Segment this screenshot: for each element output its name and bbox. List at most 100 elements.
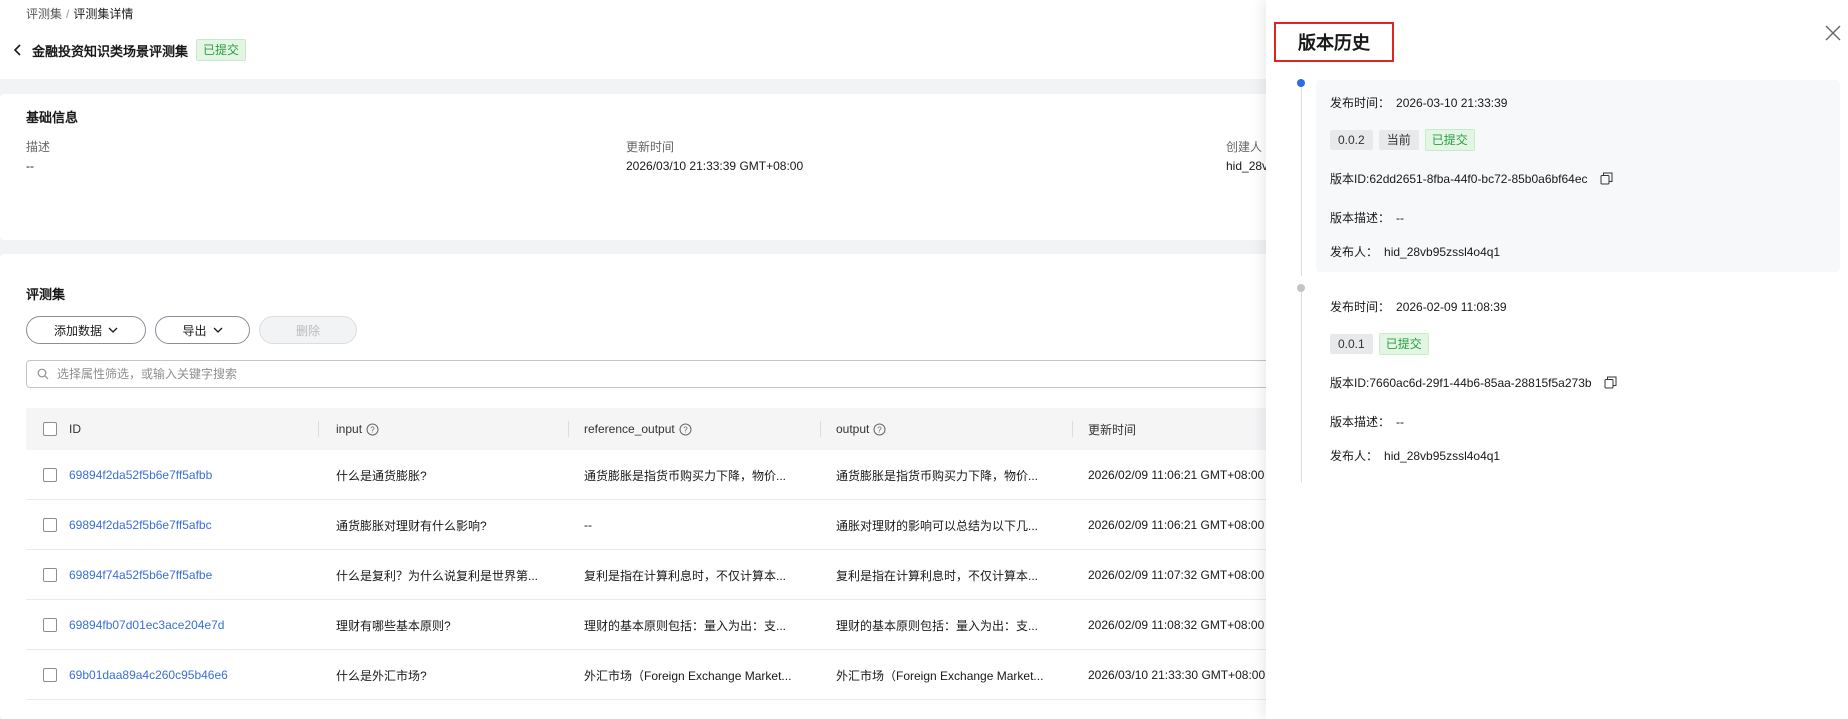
version-id: 版本ID: 62dd2651-8fba-44f0-bc72-85b0a6bf64… bbox=[1330, 170, 1613, 187]
version-id: 版本ID: 7660ac6d-29f1-44b6-85aa-28815f5a27… bbox=[1330, 374, 1617, 391]
drawer-title: 版本历史 bbox=[1298, 33, 1370, 53]
delete-button[interactable]: 删除 bbox=[259, 316, 357, 344]
column-divider bbox=[318, 421, 319, 437]
row-id-link[interactable]: 69894f2da52f5b6e7ff5afbc bbox=[69, 500, 212, 550]
version-tags: 0.0.1 已提交 bbox=[1330, 333, 1429, 355]
select-all-checkbox[interactable] bbox=[43, 422, 57, 436]
breadcrumb: 评测集 / 评测集详情 bbox=[26, 5, 133, 22]
publish-time-value: 2026-02-09 11:08:39 bbox=[1396, 299, 1507, 314]
table-header: ID input ? reference_output ? output ? 更… bbox=[26, 408, 1280, 450]
row-output: 理财的基本原则包括：量入为出：支... bbox=[836, 618, 1039, 633]
column-header-reference-output-label: reference_output bbox=[584, 422, 675, 436]
row-id-link[interactable]: 69894fb07d01ec3ace204e7d bbox=[69, 600, 224, 650]
column-header-output[interactable]: output ? bbox=[836, 408, 886, 450]
publisher-label: 发布人： bbox=[1330, 449, 1379, 463]
row-checkbox-cell bbox=[43, 550, 57, 600]
row-input: 什么是外汇市场? bbox=[336, 668, 427, 683]
breadcrumb-current: 评测集详情 bbox=[73, 7, 134, 21]
data-table: ID input ? reference_output ? output ? 更… bbox=[26, 408, 1280, 700]
row-output: 外汇市场（Foreign Exchange Market... bbox=[836, 668, 1044, 683]
svg-text:?: ? bbox=[878, 425, 883, 434]
column-header-reference-output[interactable]: reference_output ? bbox=[584, 408, 692, 450]
row-checkbox[interactable] bbox=[43, 468, 57, 482]
publisher-value: hid_28vb95zssl4o4q1 bbox=[1384, 244, 1501, 259]
row-id-link[interactable]: 69894f74a52f5b6e7ff5afbe bbox=[69, 550, 212, 600]
row-reference-output: 理财的基本原则包括：量入为出：支... bbox=[584, 618, 787, 633]
copy-icon[interactable] bbox=[1604, 376, 1617, 389]
row-input: 理财有哪些基本原则? bbox=[336, 618, 451, 633]
version-card: 发布时间： 2026-03-10 21:33:39 0.0.2 当前 已提交 版本… bbox=[1316, 80, 1840, 272]
version-number-tag: 0.0.1 bbox=[1330, 334, 1373, 354]
row-updated: 2026/02/09 11:07:32 GMT+08:00 bbox=[1088, 568, 1265, 582]
table-row: 69894f74a52f5b6e7ff5afbe 什么是复利？为什么说复利是世界… bbox=[26, 550, 1280, 600]
row-checkbox[interactable] bbox=[43, 568, 57, 582]
column-divider bbox=[820, 421, 821, 437]
publish-time-value: 2026-03-10 21:33:39 bbox=[1396, 95, 1508, 110]
breadcrumb-separator: / bbox=[66, 7, 70, 21]
copy-icon[interactable] bbox=[1600, 172, 1613, 185]
publisher-value: hid_28vb95zssl4o4q1 bbox=[1384, 448, 1501, 463]
row-updated: 2026/03/10 21:33:30 GMT+08:00 bbox=[1088, 668, 1266, 682]
page: 评测集 / 评测集详情 金融投资知识类场景评测集 已提交 基础信息 描述 -- 更新… bbox=[0, 0, 1848, 719]
description-label: 描述 bbox=[26, 140, 51, 154]
timeline-line bbox=[1301, 86, 1302, 276]
help-circle-icon[interactable]: ? bbox=[873, 423, 886, 436]
dataset-card: 评测集 添加数据 导出 删除 ID input bbox=[0, 254, 1280, 719]
row-checkbox-cell bbox=[43, 450, 57, 500]
row-reference-output: -- bbox=[584, 518, 592, 532]
publish-time-label: 发布时间： bbox=[1330, 300, 1391, 314]
row-reference-output: 复利是指在计算利息时，不仅计算本... bbox=[584, 568, 787, 583]
publisher: 发布人： hid_28vb95zssl4o4q1 bbox=[1330, 243, 1500, 260]
row-input: 什么是复利？为什么说复利是世界第... bbox=[336, 568, 539, 583]
row-checkbox-cell bbox=[43, 650, 57, 700]
title-row: 金融投资知识类场景评测集 已提交 bbox=[8, 38, 247, 62]
basic-info-card: 基础信息 描述 -- 更新时间 2026/03/10 21:33:39 GMT+… bbox=[0, 94, 1281, 240]
status-badge: 已提交 bbox=[196, 39, 247, 61]
publisher: 发布人： hid_28vb95zssl4o4q1 bbox=[1330, 447, 1500, 464]
search-input[interactable] bbox=[55, 366, 1235, 382]
version-number-tag: 0.0.2 bbox=[1330, 130, 1373, 150]
row-checkbox[interactable] bbox=[43, 618, 57, 632]
add-data-button[interactable]: 添加数据 bbox=[26, 316, 146, 344]
chevron-down-icon bbox=[108, 327, 118, 333]
row-id-link[interactable]: 69894f2da52f5b6e7ff5afbb bbox=[69, 450, 212, 500]
row-checkbox[interactable] bbox=[43, 518, 57, 532]
row-updated: 2026/02/09 11:06:21 GMT+08:00 bbox=[1088, 518, 1265, 532]
column-header-input[interactable]: input ? bbox=[336, 408, 379, 450]
creator-label: 创建人 bbox=[1226, 140, 1263, 154]
version-id-label: 版本ID: bbox=[1330, 172, 1370, 186]
svg-text:?: ? bbox=[683, 425, 688, 434]
row-reference-output: 外汇市场（Foreign Exchange Market... bbox=[584, 668, 792, 683]
export-button[interactable]: 导出 bbox=[155, 316, 250, 344]
column-header-input-label: input bbox=[336, 422, 363, 436]
row-reference-output: 通货膨胀是指货币购买力下降，物价... bbox=[584, 468, 787, 483]
chevron-left-icon[interactable] bbox=[8, 40, 28, 60]
column-header-updated[interactable]: 更新时间 bbox=[1088, 408, 1136, 450]
version-id-value: 62dd2651-8fba-44f0-bc72-85b0a6bf64ec bbox=[1369, 171, 1588, 186]
help-circle-icon[interactable]: ? bbox=[366, 423, 379, 436]
publish-time: 发布时间： 2026-02-09 11:08:39 bbox=[1330, 298, 1507, 315]
drawer-title-highlight: 版本历史 bbox=[1274, 22, 1394, 62]
version-desc-value: -- bbox=[1396, 210, 1405, 225]
row-output: 复利是指在计算利息时，不仅计算本... bbox=[836, 568, 1039, 583]
updated-label: 更新时间 bbox=[626, 140, 675, 154]
version-history-drawer: 版本历史 发布时间： 2026-03-10 21:33:39 0.0.2 当前 已… bbox=[1266, 0, 1848, 719]
publisher-label: 发布人： bbox=[1330, 245, 1379, 259]
search-box[interactable] bbox=[26, 360, 1280, 388]
basic-info-title: 基础信息 bbox=[26, 110, 79, 125]
chevron-down-icon bbox=[213, 327, 222, 333]
version-status-badge: 已提交 bbox=[1424, 129, 1475, 151]
column-header-id[interactable]: ID bbox=[69, 408, 81, 450]
version-desc: 版本描述： -- bbox=[1330, 413, 1404, 430]
row-id-link[interactable]: 69b01daa89a4c260c95b46e6 bbox=[69, 650, 228, 700]
select-all-cell bbox=[43, 408, 57, 450]
table-row: 69894f2da52f5b6e7ff5afbb 什么是通货膨胀? 通货膨胀是指… bbox=[26, 450, 1280, 500]
breadcrumb-parent[interactable]: 评测集 bbox=[26, 7, 62, 21]
dataset-title: 评测集 bbox=[26, 287, 66, 302]
row-checkbox[interactable] bbox=[43, 668, 57, 682]
version-status-badge: 已提交 bbox=[1378, 333, 1429, 355]
help-circle-icon[interactable]: ? bbox=[679, 423, 692, 436]
svg-text:?: ? bbox=[370, 425, 375, 434]
close-icon[interactable] bbox=[1824, 24, 1842, 42]
updated-value: 2026/03/10 21:33:39 GMT+08:00 bbox=[626, 159, 804, 173]
